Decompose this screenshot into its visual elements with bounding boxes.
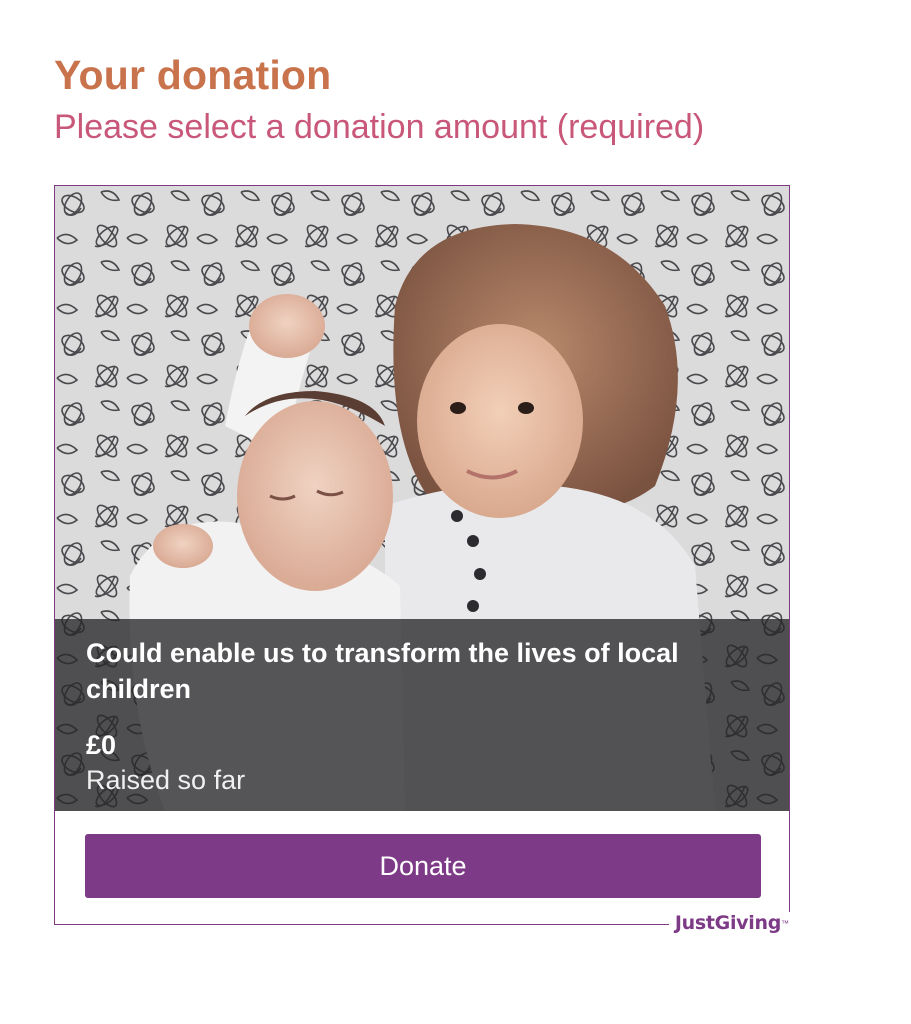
brand-trademark: ™ <box>781 918 789 928</box>
justgiving-logo[interactable]: JustGiving ™ <box>668 912 793 934</box>
page-title: Your donation <box>54 52 332 98</box>
donate-button[interactable]: Donate <box>85 834 761 898</box>
raised-label: Raised so far <box>86 765 246 795</box>
donation-widget: Could enable us to transform the lives o… <box>54 185 793 934</box>
campaign-tagline: Could enable us to transform the lives o… <box>86 638 679 704</box>
donation-page: Your donation Please select a donation a… <box>0 0 911 1024</box>
page-subtitle: Please select a donation amount (require… <box>54 108 705 146</box>
amount-raised: £0 <box>86 730 117 760</box>
brand-name: JustGiving <box>674 912 781 934</box>
